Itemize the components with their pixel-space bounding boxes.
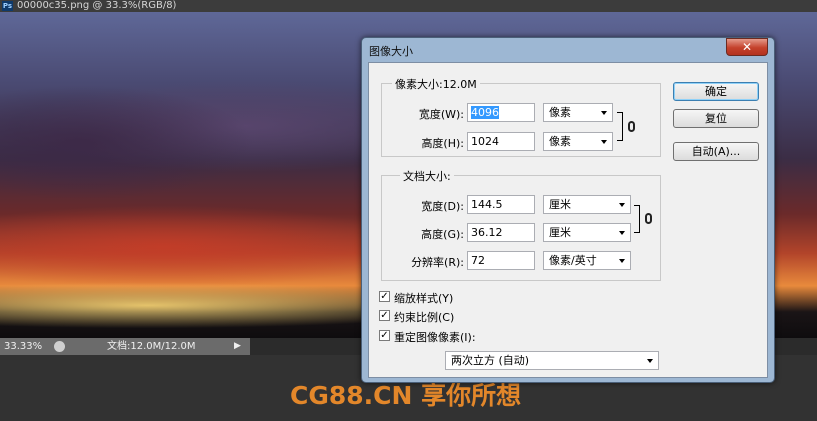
resolution-label: 分辨率(R):	[411, 256, 464, 269]
chevron-down-icon	[647, 359, 653, 363]
chain-link-icon	[645, 213, 652, 224]
dialog-content: 像素大小:12.0M 宽度(W): 4096 像素 高度(H): 1024 像素…	[368, 62, 768, 378]
checkbox-check-icon[interactable]: ✓	[379, 310, 390, 321]
status-bar: 33.33% 文档:12.0M/12.0M ▶	[0, 338, 250, 355]
document-size-legend: 文档大小:	[400, 168, 454, 184]
chevron-down-icon	[619, 231, 625, 235]
photoshop-app-icon: Ps	[2, 1, 13, 11]
resolution-input[interactable]: 72	[467, 251, 535, 270]
reset-button[interactable]: 复位	[673, 109, 759, 128]
auto-button[interactable]: 自动(A)...	[673, 142, 759, 161]
close-button[interactable]: ✕	[726, 38, 768, 56]
chevron-down-icon	[619, 203, 625, 207]
pixel-height-label: 高度(H):	[421, 137, 464, 150]
chain-link-icon	[628, 121, 635, 132]
image-size-dialog: 图像大小 ✕ 像素大小:12.0M 宽度(W): 4096 像素 高度(H): …	[361, 37, 775, 383]
resample-method-select[interactable]: 两次立方 (自动)	[445, 351, 659, 370]
zoom-level[interactable]: 33.33%	[4, 338, 42, 355]
document-size-group: 文档大小: 宽度(D): 144.5 厘米 高度(G): 36.12 厘米 分辨…	[381, 168, 661, 281]
checkbox-check-icon[interactable]: ✓	[379, 291, 390, 302]
chevron-down-icon	[601, 140, 607, 144]
pixel-height-input[interactable]: 1024	[467, 132, 535, 151]
checkbox-check-icon[interactable]: ✓	[379, 330, 390, 341]
doc-width-unit-select[interactable]: 厘米	[543, 195, 631, 214]
document-size-info: 文档:12.0M/12.0M	[107, 341, 196, 352]
doc-height-label: 高度(G):	[421, 228, 464, 241]
document-title-bar: Ps 00000c35.png @ 33.3%(RGB/8)	[0, 0, 817, 12]
pixel-height-unit-select[interactable]: 像素	[543, 132, 613, 151]
status-menu-arrow-icon[interactable]: ▶	[234, 338, 241, 355]
pixel-width-unit-select[interactable]: 像素	[543, 103, 613, 122]
doc-width-input[interactable]: 144.5	[467, 195, 535, 214]
pixel-dimensions-group: 像素大小:12.0M 宽度(W): 4096 像素 高度(H): 1024 像素	[381, 76, 661, 157]
document-title: 00000c35.png @ 33.3%(RGB/8)	[17, 0, 177, 11]
doc-height-unit-select[interactable]: 厘米	[543, 223, 631, 242]
status-info-icon[interactable]	[54, 341, 65, 352]
doc-link-bracket	[634, 205, 640, 233]
dialog-title: 图像大小	[369, 45, 413, 58]
ok-button[interactable]: 确定	[673, 82, 759, 101]
doc-width-label: 宽度(D):	[421, 200, 464, 213]
pixel-width-label: 宽度(W):	[418, 108, 464, 121]
pixel-dimensions-legend: 像素大小:12.0M	[392, 76, 480, 92]
pixel-width-input[interactable]: 4096	[467, 103, 535, 122]
chevron-down-icon	[619, 259, 625, 263]
chevron-down-icon	[601, 111, 607, 115]
doc-height-input[interactable]: 36.12	[467, 223, 535, 242]
pixel-link-bracket	[617, 112, 623, 141]
resolution-unit-select[interactable]: 像素/英寸	[543, 251, 631, 270]
